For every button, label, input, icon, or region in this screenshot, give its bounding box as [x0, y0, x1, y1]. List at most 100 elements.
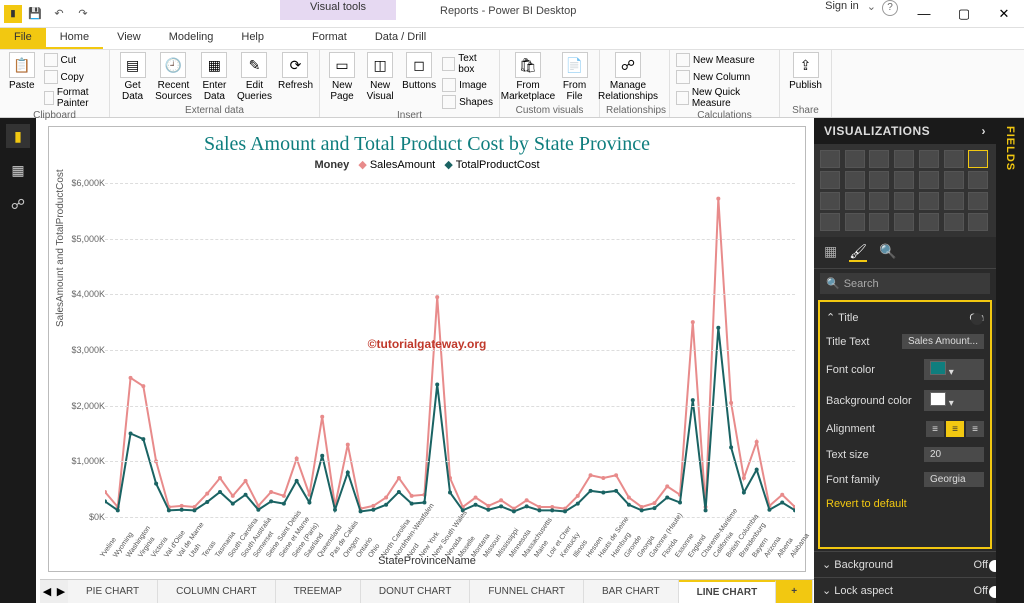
chart-visual[interactable]: Sales Amount and Total Product Cost by S… — [48, 126, 806, 572]
visual-type-item[interactable] — [894, 171, 914, 189]
new-column-button[interactable]: New Column — [676, 69, 773, 85]
visual-type-item[interactable] — [944, 171, 964, 189]
visual-type-item[interactable] — [820, 213, 840, 231]
tab-help[interactable]: Help — [227, 28, 278, 49]
from-marketplace-button[interactable]: 🛍From Marketplace — [506, 52, 550, 102]
model-view-icon[interactable]: ☍ — [6, 192, 30, 216]
get-data-button[interactable]: ▤Get Data — [116, 52, 149, 102]
text-size-stepper[interactable]: 20 — [924, 447, 984, 462]
visual-type-item[interactable] — [968, 213, 988, 231]
visual-type-item[interactable] — [944, 213, 964, 231]
refresh-button[interactable]: ⟳Refresh — [278, 52, 313, 91]
save-icon[interactable]: 💾 — [24, 3, 46, 25]
sheet-nav-prev[interactable]: ◀ — [40, 580, 54, 603]
visual-type-item[interactable] — [968, 150, 988, 168]
tab-file[interactable]: File — [0, 28, 46, 49]
cut-button[interactable]: Cut — [44, 52, 104, 68]
visual-tools-contextual-tab: Visual tools — [280, 0, 396, 20]
format-search-input[interactable]: 🔍Search — [820, 273, 990, 294]
y-tick: $3,000K — [71, 345, 105, 355]
minimize-button[interactable]: — — [904, 0, 944, 28]
visual-type-item[interactable] — [820, 150, 840, 168]
visual-type-item[interactable] — [968, 192, 988, 210]
tab-format[interactable]: Format — [298, 28, 361, 49]
background-section-header[interactable]: ⌄ BackgroundOff — [814, 551, 996, 577]
tab-view[interactable]: View — [103, 28, 155, 49]
visualizations-header[interactable]: VISUALIZATIONS› — [814, 118, 996, 144]
format-pane-icon[interactable]: 🖌 — [849, 243, 867, 262]
tab-modeling[interactable]: Modeling — [155, 28, 228, 49]
buttons-button[interactable]: ◻Buttons — [402, 52, 436, 91]
analytics-pane-icon[interactable]: 🔍 — [879, 243, 896, 262]
title-section-header[interactable]: ⌃ TitleOn — [826, 306, 984, 329]
new-quick-measure-button[interactable]: New Quick Measure — [676, 86, 773, 110]
title-text-input[interactable]: Sales Amount... — [902, 334, 984, 349]
undo-icon[interactable]: ↶ — [48, 3, 70, 25]
paste-button[interactable]: 📋Paste — [6, 52, 38, 91]
new-page-button[interactable]: ▭New Page — [326, 52, 358, 102]
data-view-icon[interactable]: ▦ — [6, 158, 30, 182]
visual-type-item[interactable] — [845, 171, 865, 189]
format-painter-button[interactable]: Format Painter — [44, 86, 104, 110]
sheet-nav-next[interactable]: ▶ — [54, 580, 68, 603]
visual-type-item[interactable] — [894, 192, 914, 210]
sheet-tab[interactable]: LINE CHART — [679, 580, 777, 603]
visual-type-item[interactable] — [869, 171, 889, 189]
recent-sources-button[interactable]: 🕘Recent Sources — [155, 52, 192, 102]
visual-type-item[interactable] — [919, 171, 939, 189]
visual-type-item[interactable] — [968, 171, 988, 189]
sheet-tab[interactable]: DONUT CHART — [361, 580, 470, 603]
maximize-button[interactable]: ▢ — [944, 0, 984, 28]
visual-type-item[interactable] — [919, 192, 939, 210]
manage-relationships-button[interactable]: ☍Manage Relationships — [606, 52, 650, 102]
visual-type-item[interactable] — [919, 213, 939, 231]
visual-type-item[interactable] — [869, 150, 889, 168]
close-button[interactable]: ✕ — [984, 0, 1024, 28]
fields-panel-toggle[interactable]: FIELDS — [996, 118, 1024, 603]
visual-type-item[interactable] — [869, 213, 889, 231]
visual-type-item[interactable] — [894, 213, 914, 231]
bg-color-picker[interactable]: ▾ — [924, 390, 984, 411]
visual-type-item[interactable] — [845, 150, 865, 168]
chevron-down-icon[interactable]: ⌄ — [867, 0, 876, 28]
font-family-select[interactable]: Georgia — [924, 472, 984, 487]
textbox-button[interactable]: Text box — [442, 52, 493, 76]
visual-type-item[interactable] — [820, 171, 840, 189]
add-sheet-button[interactable]: + — [776, 580, 813, 603]
revert-to-default-link[interactable]: Revert to default — [826, 492, 984, 516]
visual-type-item[interactable] — [820, 192, 840, 210]
image-button[interactable]: Image — [442, 77, 493, 93]
report-view-icon[interactable]: ▮ — [6, 124, 30, 148]
sheet-tab[interactable]: BAR CHART — [584, 580, 679, 603]
visual-type-item[interactable] — [894, 150, 914, 168]
visual-type-item[interactable] — [944, 150, 964, 168]
new-visual-button[interactable]: ◫New Visual — [364, 52, 396, 102]
visual-type-item[interactable] — [944, 192, 964, 210]
shapes-button[interactable]: Shapes — [442, 94, 493, 110]
copy-button[interactable]: Copy — [44, 69, 104, 85]
visual-type-item[interactable] — [869, 192, 889, 210]
align-left-button[interactable]: ≡ — [926, 421, 944, 437]
sheet-tab[interactable]: TREEMAP — [276, 580, 361, 603]
sheet-tab[interactable]: COLUMN CHART — [158, 580, 275, 603]
sheet-tab[interactable]: PIE CHART — [68, 580, 158, 603]
visual-type-item[interactable] — [845, 213, 865, 231]
visual-type-item[interactable] — [845, 192, 865, 210]
edit-queries-button[interactable]: ✎Edit Queries — [237, 52, 272, 102]
visual-type-item[interactable] — [919, 150, 939, 168]
align-right-button[interactable]: ≡ — [966, 421, 984, 437]
tab-home[interactable]: Home — [46, 28, 103, 49]
publish-button[interactable]: ⇪Publish — [786, 52, 825, 91]
fields-pane-icon[interactable]: ▦ — [824, 243, 837, 262]
new-measure-button[interactable]: New Measure — [676, 52, 773, 68]
sheet-tab[interactable]: FUNNEL CHART — [470, 580, 584, 603]
tab-datadrill[interactable]: Data / Drill — [361, 28, 440, 49]
align-center-button[interactable]: ≡ — [946, 421, 964, 437]
enter-data-button[interactable]: ▦Enter Data — [198, 52, 231, 102]
redo-icon[interactable]: ↷ — [72, 3, 94, 25]
sign-in-link[interactable]: Sign in — [825, 0, 859, 28]
lock-aspect-section-header[interactable]: ⌄ Lock aspectOff — [814, 577, 996, 603]
help-icon[interactable]: ? — [882, 0, 898, 16]
font-color-picker[interactable]: ▾ — [924, 359, 984, 380]
from-file-button[interactable]: 📄From File — [556, 52, 593, 102]
